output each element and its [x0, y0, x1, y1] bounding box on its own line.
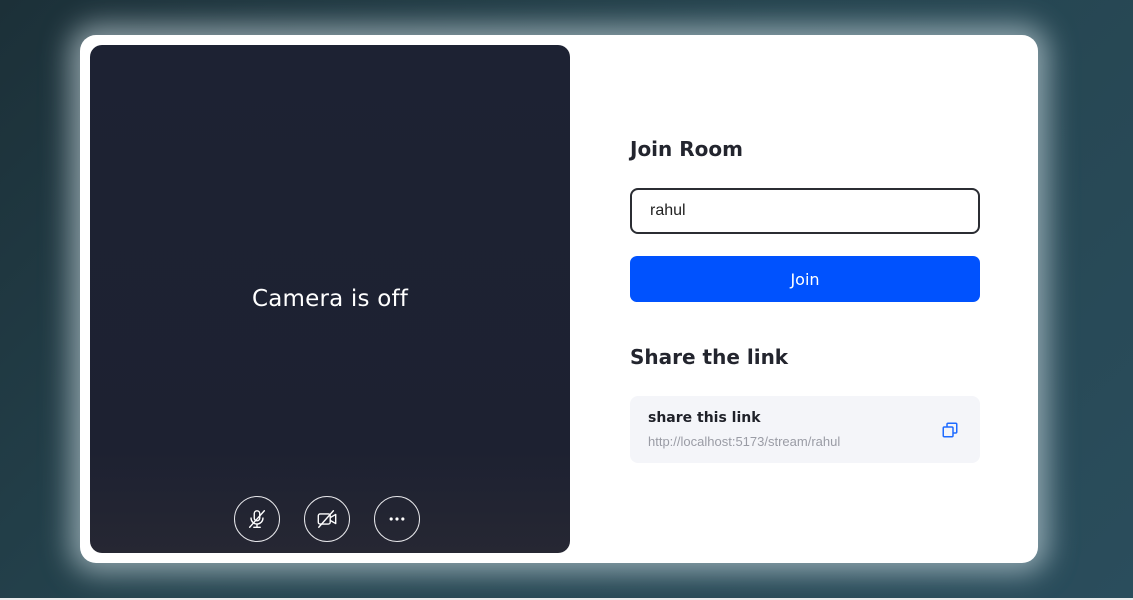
- copy-link-button[interactable]: [938, 418, 962, 442]
- join-form-panel: Join Room Join Share the link share this…: [630, 35, 980, 563]
- share-link-label: share this link: [648, 410, 761, 426]
- join-button[interactable]: Join: [630, 256, 980, 302]
- join-room-title: Join Room: [630, 137, 743, 161]
- toggle-microphone-button[interactable]: [234, 496, 280, 542]
- share-link-title: Share the link: [630, 345, 789, 369]
- camera-off-text: Camera is off: [251, 286, 409, 312]
- share-link-url: http://localhost:5173/stream/rahul: [648, 434, 841, 449]
- copy-icon: [942, 422, 958, 438]
- share-link-box: share this link http://localhost:5173/st…: [630, 396, 980, 463]
- video-off-icon: [317, 510, 337, 528]
- video-preview: Camera is off: [90, 45, 570, 553]
- room-name-input[interactable]: [630, 188, 980, 234]
- mic-off-icon: [248, 510, 266, 528]
- toggle-camera-button[interactable]: [304, 496, 350, 542]
- more-horizontal-icon: [389, 517, 405, 521]
- prejoin-card: Camera is off Join Room rahul Join Share…: [80, 35, 1038, 563]
- more-options-button[interactable]: [374, 496, 420, 542]
- media-controls: [234, 496, 420, 542]
